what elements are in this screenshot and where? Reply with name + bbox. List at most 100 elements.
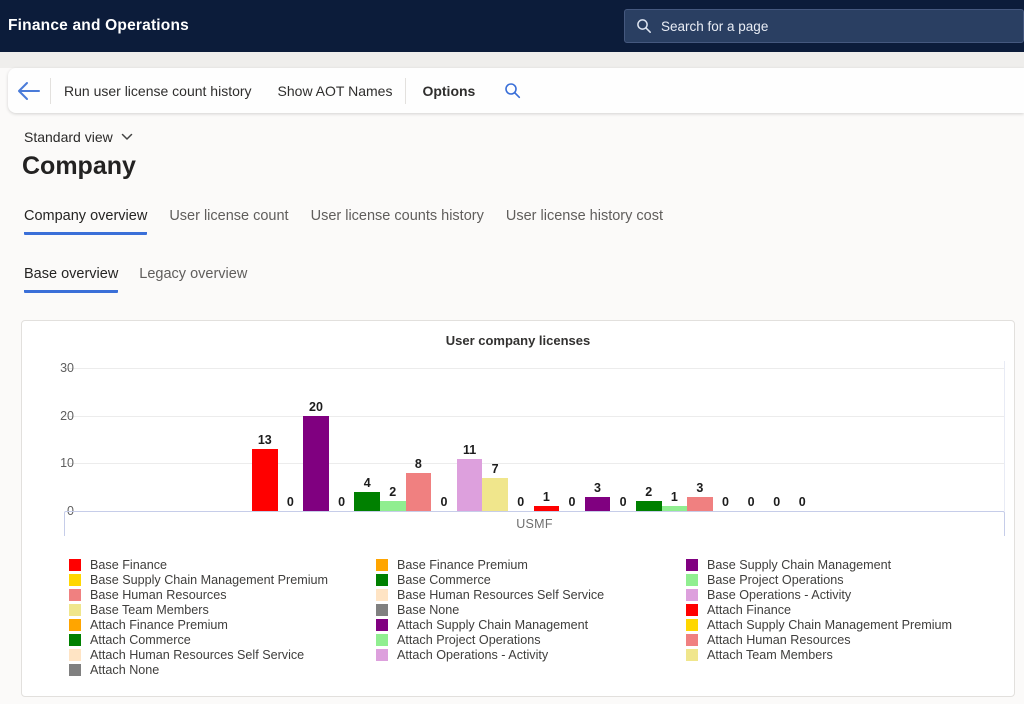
app-title: Finance and Operations: [8, 17, 189, 35]
action-bar-divider: [50, 78, 51, 104]
bar-value-label: 2: [645, 485, 652, 500]
legend-swatch: [376, 559, 388, 571]
legend-item: Attach Team Members: [686, 647, 952, 662]
legend-swatch: [69, 619, 81, 631]
legend-item: Attach Commerce: [69, 632, 376, 647]
legend-swatch: [69, 634, 81, 646]
search-placeholder: Search for a page: [661, 19, 768, 34]
legend-item: Base Commerce: [376, 572, 686, 587]
legend-item: Base Human Resources Self Service: [376, 587, 686, 602]
bar-value-label: 8: [415, 457, 422, 472]
bar-value-label: 0: [287, 495, 294, 510]
bar-value-label: 0: [799, 495, 806, 510]
legend-item: Attach Supply Chain Management: [376, 617, 686, 632]
chart-legend: Base Finance Base Finance PremiumBase Sup…: [69, 557, 952, 677]
tab-user-license-counts-history[interactable]: User license counts history: [311, 208, 484, 235]
bar-slot: 0: [431, 495, 457, 511]
legend-swatch: [376, 589, 388, 601]
legend-swatch: [686, 649, 698, 661]
bar-value-label: 0: [517, 495, 524, 510]
legend-swatch: [69, 649, 81, 661]
action-bar: Run user license count history Show AOT …: [8, 68, 1024, 113]
legend-label: Base Operations - Activity: [707, 588, 851, 602]
x-axis-category-label: USMF: [516, 517, 553, 531]
chart-card: User company licenses 0102030 1302004280…: [21, 320, 1015, 697]
tab-company-overview[interactable]: Company overview: [24, 208, 147, 235]
bar-slot: 11: [457, 443, 483, 511]
bar-value-label: 7: [492, 462, 499, 477]
legend-label: Attach Finance Premium: [90, 618, 228, 632]
legend-label: Attach Operations - Activity: [397, 648, 548, 662]
run-user-license-count-history-button[interactable]: Run user license count history: [52, 83, 264, 99]
legend-label: Attach Project Operations: [397, 633, 541, 647]
bar-slot: 0: [713, 495, 739, 511]
legend-swatch: [69, 604, 81, 616]
action-search-button[interactable]: [504, 82, 521, 99]
bar-slot: 20: [303, 400, 329, 511]
bar-slot: 0: [610, 495, 636, 511]
show-aot-names-button[interactable]: Show AOT Names: [266, 83, 405, 99]
legend-item: Base Finance: [69, 557, 376, 572]
legend-item: Base None: [376, 602, 686, 617]
bar-slot: 0: [329, 495, 355, 511]
legend-item: Base Project Operations: [686, 572, 952, 587]
x-axis-band: USMF: [64, 511, 1005, 536]
bar-slot: 0: [559, 495, 585, 511]
bar-value-label: 4: [364, 476, 371, 491]
top-nav-bar: Finance and Operations Search for a page: [0, 0, 1024, 52]
legend-label: Base Human Resources: [90, 588, 227, 602]
legend-item: Attach Project Operations: [376, 632, 686, 647]
bar-slot: 2: [380, 485, 406, 511]
bar-slot: 1: [534, 490, 560, 511]
legend-item: Attach Operations - Activity: [376, 647, 686, 662]
bar-slot: 7: [482, 462, 508, 511]
legend-item: Base Supply Chain Management: [686, 557, 952, 572]
bar-slot: 1: [662, 490, 688, 511]
bar-slot: 2: [636, 485, 662, 511]
bar-slot: 3: [687, 481, 713, 511]
tab-user-license-history-cost[interactable]: User license history cost: [506, 208, 663, 235]
legend-label: Base None: [397, 603, 459, 617]
bar-value-label: 0: [440, 495, 447, 510]
subtab-legacy-overview[interactable]: Legacy overview: [139, 266, 247, 293]
bar: [687, 497, 713, 511]
legend-swatch: [686, 619, 698, 631]
legend-item: Attach Supply Chain Management Premium: [686, 617, 952, 632]
bar-value-label: 0: [620, 495, 627, 510]
page-title: Company: [22, 152, 136, 181]
bar-value-label: 3: [696, 481, 703, 496]
view-selector-dropdown[interactable]: Standard view: [24, 129, 133, 145]
bar-value-label: 0: [748, 495, 755, 510]
legend-label: Base Finance: [90, 558, 167, 572]
subtab-base-overview[interactable]: Base overview: [24, 266, 118, 293]
legend-swatch: [686, 574, 698, 586]
legend-swatch: [69, 574, 81, 586]
legend-swatch: [686, 589, 698, 601]
bars: 1302004280117010302130000: [252, 351, 815, 511]
legend-item: Base Finance Premium: [376, 557, 686, 572]
legend-swatch: [376, 634, 388, 646]
bar: [252, 449, 278, 511]
back-button[interactable]: [8, 80, 50, 102]
page-search-input[interactable]: Search for a page: [624, 9, 1024, 43]
legend-item: Attach None: [69, 662, 376, 677]
plot-right-border: [1004, 361, 1005, 511]
legend-swatch: [376, 604, 388, 616]
legend-swatch: [686, 559, 698, 571]
legend-label: Base Commerce: [397, 573, 491, 587]
y-axis-tick-label: 10: [30, 455, 74, 471]
bar-value-label: 1: [543, 490, 550, 505]
legend-label: Attach Finance: [707, 603, 791, 617]
bar-slot: 3: [585, 481, 611, 511]
bar-slot: 0: [764, 495, 790, 511]
bar: [354, 492, 380, 511]
bar-value-label: 1: [671, 490, 678, 505]
legend-item: Attach Human Resources: [686, 632, 952, 647]
legend-label: Attach Supply Chain Management: [397, 618, 588, 632]
options-button[interactable]: Options: [410, 83, 487, 99]
legend-label: Attach None: [90, 663, 159, 677]
view-selector-label: Standard view: [24, 129, 113, 145]
tab-user-license-count[interactable]: User license count: [169, 208, 288, 235]
legend-label: Attach Human Resources Self Service: [90, 648, 304, 662]
bar-value-label: 2: [389, 485, 396, 500]
